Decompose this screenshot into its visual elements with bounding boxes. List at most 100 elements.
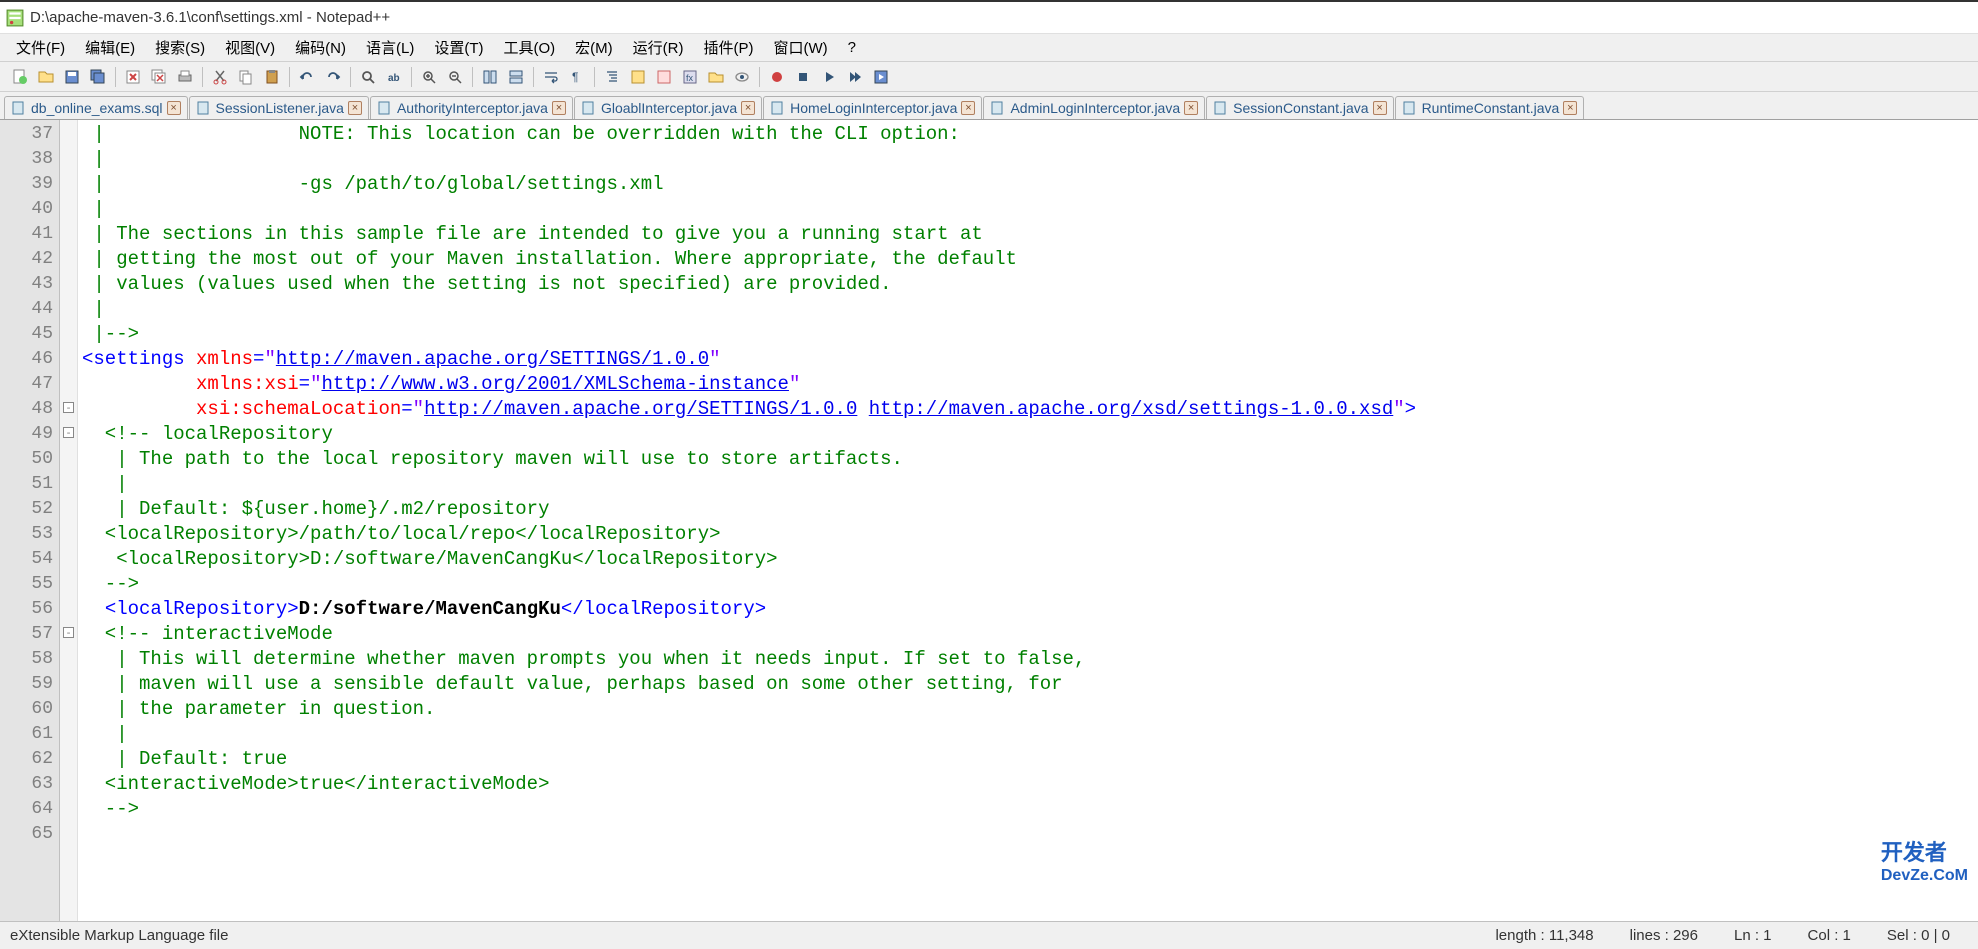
doc-map-icon[interactable] bbox=[652, 65, 676, 89]
status-lines: lines : 296 bbox=[1612, 927, 1716, 944]
menu-macro[interactable]: 宏(M) bbox=[567, 34, 621, 61]
toolbar: ab ¶ fx bbox=[0, 62, 1978, 92]
menu-tools[interactable]: 工具(O) bbox=[495, 34, 563, 61]
svg-text:ab: ab bbox=[388, 73, 400, 84]
status-length: length : 11,348 bbox=[1477, 927, 1611, 944]
show-all-chars-icon[interactable]: ¶ bbox=[565, 65, 589, 89]
tab-close-icon[interactable]: × bbox=[1563, 101, 1577, 115]
tab-bar: db_online_exams.sql × SessionListener.ja… bbox=[0, 92, 1978, 120]
stop-macro-icon[interactable] bbox=[791, 65, 815, 89]
monitor-icon[interactable] bbox=[730, 65, 754, 89]
file-icon bbox=[581, 100, 597, 116]
tab-close-icon[interactable]: × bbox=[961, 101, 975, 115]
file-tab[interactable]: SessionConstant.java × bbox=[1206, 96, 1393, 119]
tab-label: SessionConstant.java bbox=[1233, 100, 1368, 116]
toolbar-separator bbox=[289, 67, 290, 87]
file-tab[interactable]: db_online_exams.sql × bbox=[4, 96, 188, 119]
menu-run[interactable]: 运行(R) bbox=[625, 34, 692, 61]
tab-label: GloablInterceptor.java bbox=[601, 100, 737, 116]
status-sel: Sel : 0 | 0 bbox=[1869, 927, 1968, 944]
toolbar-separator bbox=[594, 67, 595, 87]
file-tab[interactable]: GloablInterceptor.java × bbox=[574, 96, 762, 119]
folder-workspace-icon[interactable] bbox=[704, 65, 728, 89]
tab-label: RuntimeConstant.java bbox=[1422, 100, 1560, 116]
zoom-out-icon[interactable] bbox=[443, 65, 467, 89]
tab-close-icon[interactable]: × bbox=[1184, 101, 1198, 115]
status-filetype: eXtensible Markup Language file bbox=[10, 927, 1477, 944]
tab-label: AuthorityInterceptor.java bbox=[397, 100, 548, 116]
play-multi-icon[interactable] bbox=[843, 65, 867, 89]
file-tab[interactable]: AdminLoginInterceptor.java × bbox=[983, 96, 1205, 119]
window-title: D:\apache-maven-3.6.1\conf\settings.xml … bbox=[30, 9, 390, 26]
toolbar-separator bbox=[202, 67, 203, 87]
svg-text:fx: fx bbox=[686, 73, 694, 83]
toolbar-separator bbox=[759, 67, 760, 87]
undo-icon[interactable] bbox=[295, 65, 319, 89]
menu-settings[interactable]: 设置(T) bbox=[426, 34, 491, 61]
tab-close-icon[interactable]: × bbox=[167, 101, 181, 115]
tab-close-icon[interactable]: × bbox=[552, 101, 566, 115]
word-wrap-icon[interactable] bbox=[539, 65, 563, 89]
user-lang-icon[interactable] bbox=[626, 65, 650, 89]
record-macro-icon[interactable] bbox=[765, 65, 789, 89]
func-list-icon[interactable]: fx bbox=[678, 65, 702, 89]
tab-close-icon[interactable]: × bbox=[741, 101, 755, 115]
file-icon bbox=[377, 100, 393, 116]
file-icon bbox=[990, 100, 1006, 116]
file-tab[interactable]: AuthorityInterceptor.java × bbox=[370, 96, 573, 119]
print-icon[interactable] bbox=[173, 65, 197, 89]
tab-close-icon[interactable]: × bbox=[348, 101, 362, 115]
status-col: Col : 1 bbox=[1790, 927, 1869, 944]
save-macro-icon[interactable] bbox=[869, 65, 893, 89]
copy-icon[interactable] bbox=[234, 65, 258, 89]
sync-hscroll-icon[interactable] bbox=[504, 65, 528, 89]
status-bar: eXtensible Markup Language file length :… bbox=[0, 921, 1978, 949]
indent-guide-icon[interactable] bbox=[600, 65, 624, 89]
paste-icon[interactable] bbox=[260, 65, 284, 89]
menu-help[interactable]: ? bbox=[840, 36, 864, 59]
toolbar-separator bbox=[115, 67, 116, 87]
save-icon[interactable] bbox=[60, 65, 84, 89]
close-all-icon[interactable] bbox=[147, 65, 171, 89]
cut-icon[interactable] bbox=[208, 65, 232, 89]
file-icon bbox=[196, 100, 212, 116]
status-ln: Ln : 1 bbox=[1716, 927, 1790, 944]
fold-gutter[interactable]: -- - bbox=[60, 120, 78, 921]
editor-area[interactable]: 37 38 39 40 41 42 43 44 45 46 47 48 49 5… bbox=[0, 120, 1978, 921]
file-tab[interactable]: SessionListener.java × bbox=[189, 96, 369, 119]
toolbar-separator bbox=[533, 67, 534, 87]
new-file-icon[interactable] bbox=[8, 65, 32, 89]
close-icon[interactable] bbox=[121, 65, 145, 89]
file-icon bbox=[1213, 100, 1229, 116]
zoom-in-icon[interactable] bbox=[417, 65, 441, 89]
tab-label: SessionListener.java bbox=[216, 100, 344, 116]
menu-view[interactable]: 视图(V) bbox=[217, 34, 283, 61]
menu-language[interactable]: 语言(L) bbox=[358, 34, 422, 61]
line-number-gutter: 37 38 39 40 41 42 43 44 45 46 47 48 49 5… bbox=[0, 120, 60, 921]
tab-label: HomeLoginInterceptor.java bbox=[790, 100, 957, 116]
menu-file[interactable]: 文件(F) bbox=[8, 34, 73, 61]
menu-window[interactable]: 窗口(W) bbox=[765, 34, 835, 61]
toolbar-separator bbox=[350, 67, 351, 87]
tab-close-icon[interactable]: × bbox=[1373, 101, 1387, 115]
tab-label: db_online_exams.sql bbox=[31, 100, 163, 116]
play-macro-icon[interactable] bbox=[817, 65, 841, 89]
toolbar-separator bbox=[472, 67, 473, 87]
open-file-icon[interactable] bbox=[34, 65, 58, 89]
redo-icon[interactable] bbox=[321, 65, 345, 89]
sync-vscroll-icon[interactable] bbox=[478, 65, 502, 89]
menu-edit[interactable]: 编辑(E) bbox=[77, 34, 143, 61]
app-icon bbox=[6, 9, 24, 27]
toolbar-separator bbox=[411, 67, 412, 87]
menu-search[interactable]: 搜索(S) bbox=[147, 34, 213, 61]
menu-plugins[interactable]: 插件(P) bbox=[695, 34, 761, 61]
file-tab[interactable]: RuntimeConstant.java × bbox=[1395, 96, 1585, 119]
code-content[interactable]: | NOTE: This location can be overridden … bbox=[78, 120, 1978, 921]
file-tab[interactable]: HomeLoginInterceptor.java × bbox=[763, 96, 982, 119]
save-all-icon[interactable] bbox=[86, 65, 110, 89]
replace-icon[interactable]: ab bbox=[382, 65, 406, 89]
find-icon[interactable] bbox=[356, 65, 380, 89]
menu-encoding[interactable]: 编码(N) bbox=[287, 34, 354, 61]
file-icon bbox=[11, 100, 27, 116]
tab-label: AdminLoginInterceptor.java bbox=[1010, 100, 1180, 116]
